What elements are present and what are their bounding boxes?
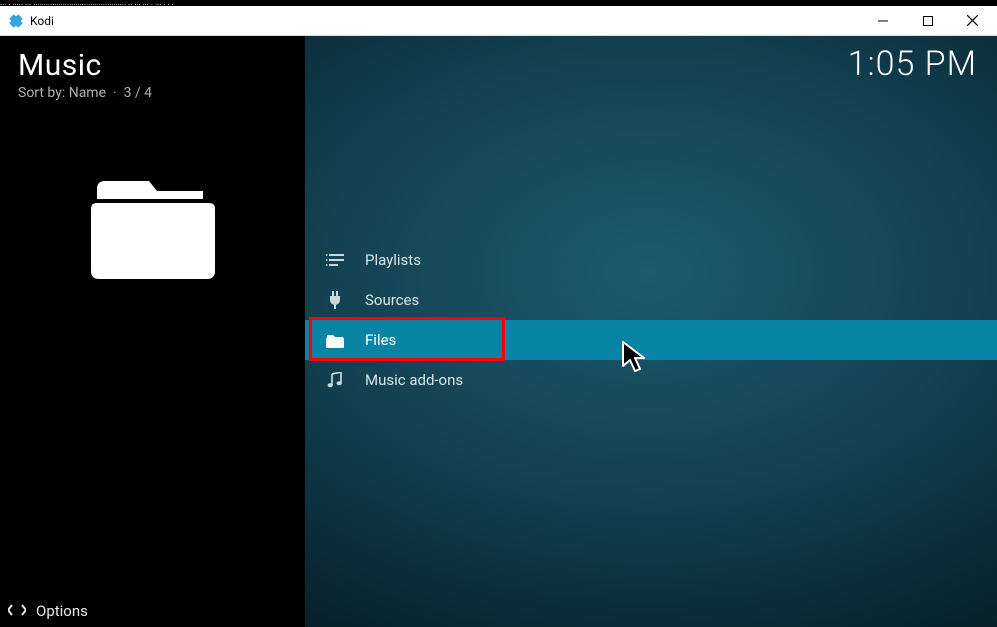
minimize-button[interactable]: [860, 7, 905, 35]
window-title: Kodi: [30, 14, 860, 28]
menu-item-music-addons[interactable]: Music add-ons: [305, 360, 997, 400]
kodi-logo-icon: [8, 13, 24, 29]
menu-item-label: Files: [365, 331, 396, 349]
menu-item-label: Sources: [365, 291, 419, 309]
menu-list: Playlists Sources: [305, 240, 997, 400]
playlist-icon: [325, 250, 345, 270]
main-content: 1:05 PM Playlists: [305, 36, 997, 627]
sidebar: Music Sort by: Name · 3 / 4: [0, 36, 305, 627]
menu-item-playlists[interactable]: Playlists: [305, 240, 997, 280]
maximize-button[interactable]: [905, 7, 950, 35]
menu-item-label: Music add-ons: [365, 371, 463, 389]
window-titlebar: Kodi: [0, 6, 997, 36]
plug-icon: [325, 290, 345, 310]
clock: 1:05 PM: [848, 44, 977, 84]
selected-item-folder-icon: [83, 163, 223, 283]
sort-indicator[interactable]: Sort by: Name · 3 / 4: [18, 85, 287, 101]
music-note-icon: [325, 370, 345, 390]
close-button[interactable]: [950, 7, 995, 35]
page-title: Music: [18, 48, 287, 83]
options-label: Options: [36, 602, 88, 620]
options-button[interactable]: Options: [0, 595, 305, 627]
menu-item-files[interactable]: Files: [305, 320, 997, 360]
menu-item-label: Playlists: [365, 251, 421, 269]
options-arrows-icon: [8, 602, 26, 621]
folder-icon: [325, 330, 345, 350]
menu-item-sources[interactable]: Sources: [305, 280, 997, 320]
